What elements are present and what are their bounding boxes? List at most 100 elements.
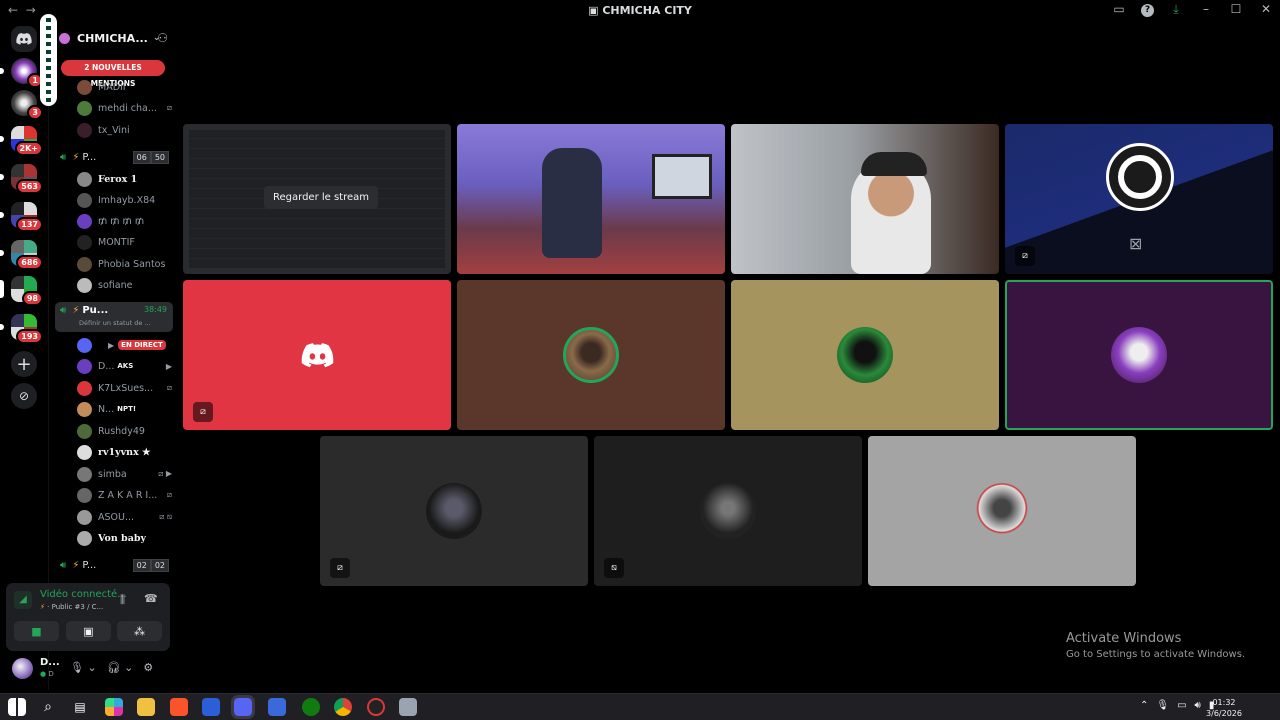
- server-folder-icon[interactable]: 2K+: [0, 126, 43, 156]
- voice-user[interactable]: D... AKS ▶: [77, 356, 172, 376]
- mute-icon: ⧄: [166, 383, 172, 392]
- voice-user[interactable]: N... NPT!: [77, 399, 172, 419]
- avatar[interactable]: [12, 658, 33, 679]
- video-tile[interactable]: ⧄: [320, 436, 588, 586]
- voice-user[interactable]: Ferox 1: [77, 169, 172, 189]
- video-tile-camera-off[interactable]: ⊠ ⧄: [1005, 124, 1273, 274]
- voice-user[interactable]: MONTIF: [77, 232, 172, 252]
- bolt-icon: ⚡: [72, 559, 80, 571]
- voice-user[interactable]: mehdi cha... ⧄: [77, 98, 172, 118]
- voice-user[interactable]: Von baby: [77, 528, 172, 548]
- video-tile-speaking[interactable]: [1005, 280, 1273, 430]
- video-tile[interactable]: [868, 436, 1136, 586]
- clock[interactable]: 01:32 3/6/2026: [1204, 697, 1244, 719]
- screen-share-button[interactable]: ▣: [66, 621, 111, 641]
- username[interactable]: D...: [40, 657, 60, 668]
- voice-user[interactable]: tx_Vini: [77, 120, 172, 140]
- voice-user[interactable]: sofiane: [77, 275, 172, 295]
- voice-user[interactable]: Rushdy49: [77, 421, 172, 441]
- voice-channel[interactable]: 🔊︎ ⚡ P... 02 02: [55, 554, 173, 576]
- voice-user[interactable]: ▶ EN DIRECT: [77, 335, 172, 355]
- channel-status[interactable]: Définir un statut de ...: [79, 319, 151, 327]
- connection-channel[interactable]: ⚡ · Public #3 / C...: [40, 603, 103, 611]
- disconnect-icon[interactable]: ☎: [144, 592, 158, 605]
- discord-home-icon[interactable]: [11, 26, 37, 52]
- voice-user[interactable]: ₥ ₥ ₥ ₥: [77, 211, 172, 231]
- avatar: [77, 466, 92, 482]
- server-header[interactable]: CHMICHA... ⌄ ⚇: [49, 22, 176, 54]
- server-folder-icon[interactable]: 686: [0, 240, 43, 270]
- video-tile[interactable]: [731, 124, 999, 274]
- server-folder-icon[interactable]: 563: [0, 164, 43, 194]
- search-icon[interactable]: ⌕: [39, 698, 57, 716]
- chrome-icon[interactable]: [334, 698, 352, 716]
- voice-channel-active[interactable]: 🔊︎ ⚡ Pu... 38:49 Définir un statut de ...: [55, 302, 173, 332]
- voice-user[interactable]: K7LxSues... ⧄: [77, 378, 172, 398]
- voice-user[interactable]: Imhayb.X84: [77, 190, 172, 210]
- voice-user[interactable]: MADII: [77, 77, 172, 97]
- headphones-icon[interactable]: 🎧︎ ⌄: [107, 661, 134, 674]
- volume-icon[interactable]: 🔊︎: [1195, 700, 1201, 711]
- app-icon[interactable]: [268, 698, 286, 716]
- scrollbar[interactable]: [40, 14, 57, 106]
- avatar: [700, 483, 756, 539]
- mic-muted-icon: ⧄: [1015, 246, 1035, 266]
- noise-suppression-icon[interactable]: ⫼: [120, 593, 125, 607]
- video-icon: ▶: [108, 340, 115, 350]
- server-folder-icon[interactable]: 137: [0, 202, 43, 232]
- camera-button[interactable]: ■: [14, 621, 59, 641]
- microphone-icon[interactable]: 🎙︎ ⌄: [70, 661, 97, 674]
- discord-taskbar-icon[interactable]: [231, 695, 255, 719]
- task-view-icon[interactable]: ▤: [71, 698, 89, 716]
- server-icon[interactable]: 3: [11, 90, 43, 120]
- server-icon[interactable]: 1: [0, 58, 43, 88]
- maximize-icon[interactable]: ☐: [1228, 2, 1244, 17]
- voice-channel[interactable]: 🔊︎ ⚡ P... 06 50: [55, 146, 173, 168]
- help-icon[interactable]: ?: [1141, 4, 1154, 17]
- chevron-up-icon[interactable]: ⌃: [1140, 700, 1148, 711]
- voice-user[interactable]: simba ⧄ ▶: [77, 464, 172, 484]
- minimize-icon[interactable]: –: [1198, 2, 1214, 17]
- avatar: [77, 530, 92, 546]
- mute-icon: ⧄: [166, 490, 172, 499]
- connection-status[interactable]: Vidéo connecté...: [40, 589, 127, 600]
- voice-user[interactable]: Z A K A R I... ⧄: [77, 485, 172, 505]
- download-icon[interactable]: ⤓: [1168, 2, 1184, 17]
- brave-browser-icon[interactable]: [170, 698, 188, 716]
- inbox-icon[interactable]: ▭: [1111, 2, 1127, 17]
- copilot-icon[interactable]: [105, 698, 123, 716]
- windows-taskbar: ⌕ ▤ ⌃ 🎙︎ ▭ 🔊︎ ▮ 01:32 3/6/2026: [0, 693, 1280, 720]
- voice-user[interactable]: Phobia Santos: [77, 254, 172, 274]
- video-tile[interactable]: ⧅: [594, 436, 862, 586]
- windows-start-icon[interactable]: [8, 698, 26, 716]
- video-tile[interactable]: [457, 124, 725, 274]
- new-mentions-banner[interactable]: 2 NOUVELLES MENTIONS: [61, 60, 165, 88]
- activities-button[interactable]: ⁂: [117, 621, 162, 641]
- title-bar: ← → ▣ CHMICHA CITY ▭ ? ⤓ – ☐ ✕: [0, 0, 1280, 22]
- video-tile[interactable]: [731, 280, 999, 430]
- voice-user[interactable]: ASOU... ⧄ ⧅: [77, 507, 172, 527]
- add-member-icon[interactable]: ⚇: [157, 31, 168, 45]
- mute-icon: ⧄ ▶: [158, 469, 172, 478]
- file-explorer-icon[interactable]: [137, 698, 155, 716]
- video-tile[interactable]: ⧄: [183, 280, 451, 430]
- settings-gear-icon[interactable]: ⚙: [143, 661, 153, 674]
- network-icon[interactable]: ▭: [1177, 700, 1186, 711]
- deafen-icon: ⧄ ⧅: [159, 512, 172, 521]
- video-tile[interactable]: [457, 280, 725, 430]
- watch-stream-button[interactable]: Regarder le stream: [264, 186, 379, 209]
- server-folder-icon[interactable]: 98: [0, 276, 43, 306]
- server-folder-icon[interactable]: 193: [0, 314, 43, 344]
- app-icon[interactable]: [399, 698, 417, 716]
- add-server-icon[interactable]: +: [11, 351, 37, 377]
- avatar: [77, 122, 92, 138]
- close-icon[interactable]: ✕: [1258, 2, 1274, 17]
- discover-icon[interactable]: ⊘: [11, 383, 37, 409]
- stream-tile[interactable]: Regarder le stream: [183, 124, 451, 274]
- app-icon[interactable]: [367, 698, 385, 716]
- voice-user[interactable]: rv1yvnx ★: [77, 442, 172, 462]
- microphone-icon[interactable]: 🎙︎: [1156, 700, 1169, 711]
- store-icon[interactable]: [202, 698, 220, 716]
- speaker-icon: 🔊︎: [60, 559, 67, 571]
- xbox-icon[interactable]: [302, 698, 320, 716]
